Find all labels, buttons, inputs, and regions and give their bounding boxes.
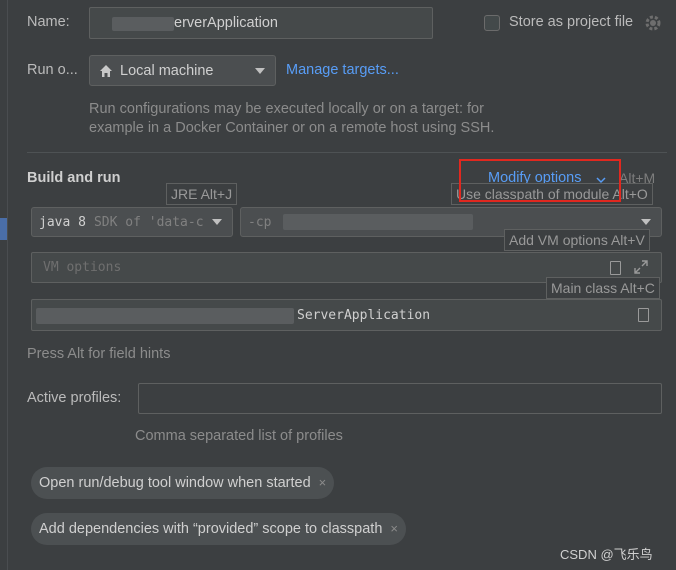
name-label: Name: <box>27 14 70 30</box>
chevron-down-icon <box>255 67 265 74</box>
active-profiles-input[interactable] <box>138 383 662 414</box>
expand-icon[interactable] <box>633 259 649 275</box>
classpath-prefix: -cp <box>248 214 272 230</box>
home-icon <box>99 64 113 78</box>
redacted-area <box>112 17 174 31</box>
close-icon[interactable]: × <box>390 513 398 545</box>
redacted-area <box>36 308 294 324</box>
left-gutter <box>0 0 8 570</box>
chevron-down-icon <box>212 219 222 225</box>
redacted-area <box>283 214 474 230</box>
option-tag[interactable]: Open run/debug tool window when started … <box>31 467 335 499</box>
vm-options-placeholder: VM options <box>43 260 122 275</box>
active-profiles-hint: Comma separated list of profiles <box>135 428 343 444</box>
field-hints-text: Press Alt for field hints <box>27 346 171 362</box>
manage-targets-link[interactable]: Manage targets... <box>286 62 399 78</box>
section-separator <box>27 152 667 153</box>
jre-sub: SDK of 'data-c <box>93 214 204 230</box>
run-on-hint-2: example in a Docker Container or on a re… <box>89 120 495 136</box>
run-on-select[interactable]: Local machine <box>89 55 276 86</box>
chevron-down-icon <box>641 219 651 225</box>
jre-select[interactable]: java 8 SDK of 'data-c <box>31 207 233 237</box>
name-field[interactable]: erverApplication <box>89 7 433 39</box>
left-gutter-selection <box>0 218 7 240</box>
jre-tooltip: JRE Alt+J <box>166 183 238 205</box>
watermark: CSDN @飞乐鸟 <box>560 547 653 562</box>
name-value: erverApplication <box>174 15 278 31</box>
highlight-box <box>459 159 621 202</box>
document-icon[interactable] <box>638 308 649 322</box>
store-checkbox[interactable] <box>484 15 500 31</box>
gear-icon[interactable] <box>643 13 663 33</box>
store-label[interactable]: Store as project file <box>509 14 633 30</box>
build-run-title: Build and run <box>27 170 121 186</box>
main-class-value: ServerApplication <box>297 308 431 323</box>
run-on-label: Run o... <box>27 62 78 78</box>
vm-options-tooltip: Add VM options Alt+V <box>504 229 650 251</box>
run-on-value: Local machine <box>120 62 214 79</box>
close-icon[interactable]: × <box>319 467 327 499</box>
document-icon[interactable] <box>610 261 621 275</box>
active-profiles-label: Active profiles: <box>27 390 122 406</box>
run-on-hint-1: Run configurations may be executed local… <box>89 101 484 117</box>
main-class-field[interactable]: ServerApplication <box>31 299 662 331</box>
jre-value: java 8 <box>39 214 86 230</box>
option-tag[interactable]: Add dependencies with “provided” scope t… <box>31 513 406 545</box>
option-tag-label: Add dependencies with “provided” scope t… <box>39 521 383 537</box>
option-tag-label: Open run/debug tool window when started <box>39 475 311 491</box>
main-class-tooltip: Main class Alt+C <box>546 277 660 299</box>
